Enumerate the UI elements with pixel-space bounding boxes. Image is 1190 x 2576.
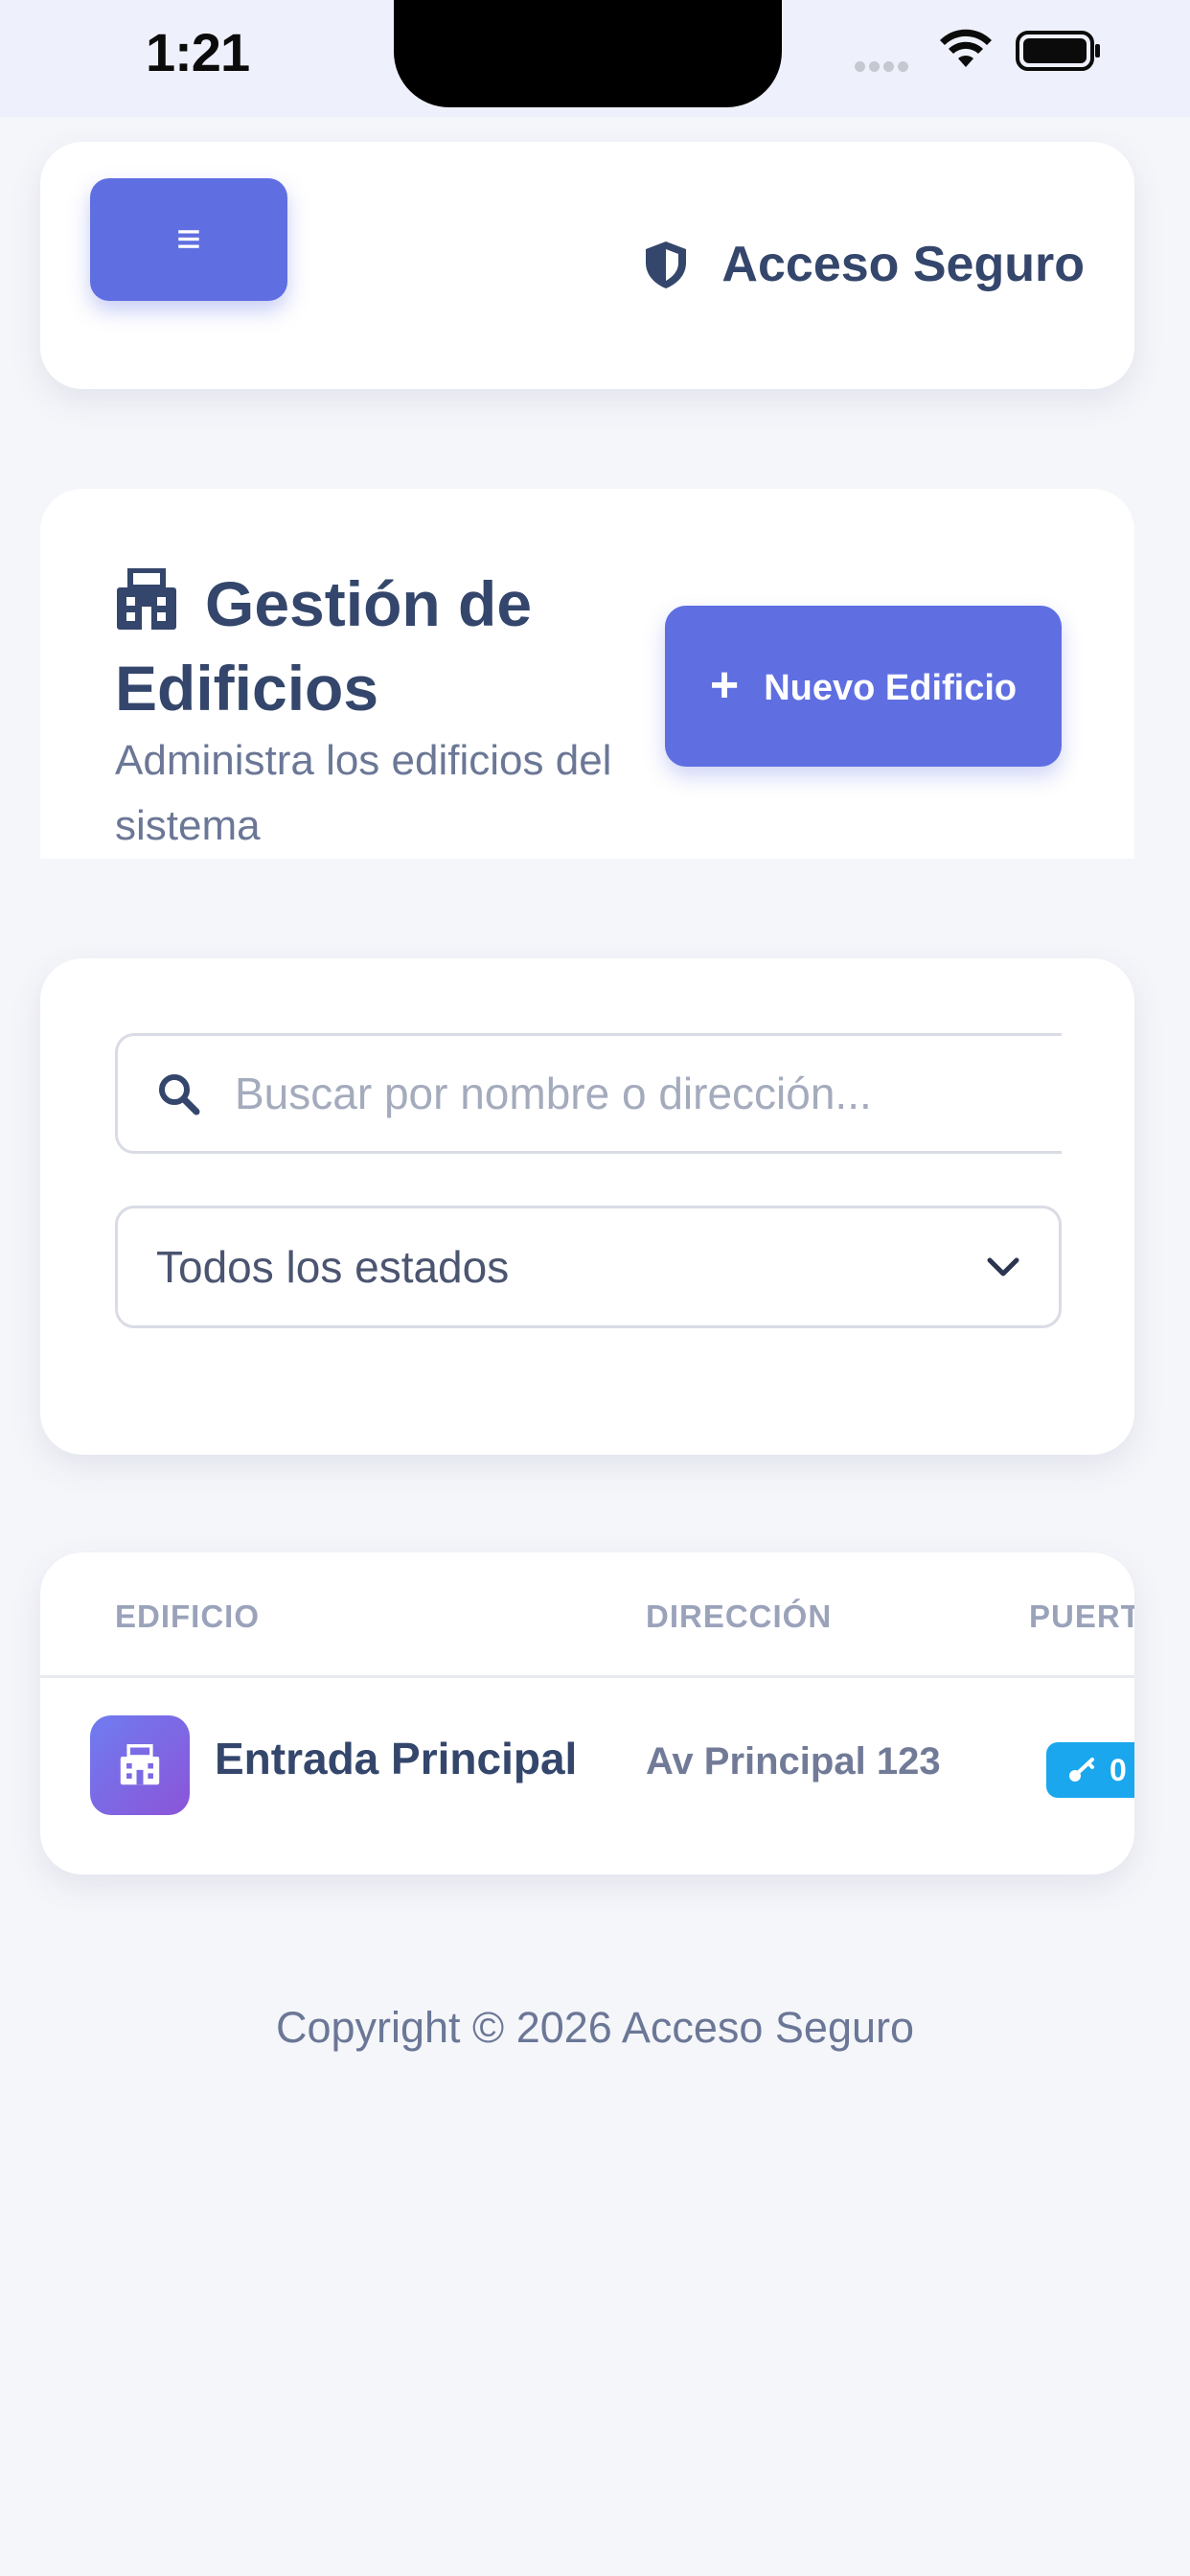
page-title: Gestión de Edificios	[115, 562, 652, 730]
shield-icon	[646, 242, 687, 288]
battery-icon	[1016, 31, 1100, 71]
building-icon	[120, 1744, 160, 1785]
building-avatar	[90, 1715, 190, 1815]
column-header-address[interactable]: DIRECCIÓN	[646, 1598, 832, 1635]
dynamic-island	[394, 0, 782, 107]
chevron-down-icon	[987, 1257, 1019, 1276]
copyright-text: Copyright © 2026 Acceso Seguro	[275, 2003, 915, 2052]
status-time: 1:21	[146, 22, 250, 82]
table-divider	[40, 1675, 1134, 1678]
brand: Acceso Seguro	[639, 236, 1085, 293]
key-icon	[1069, 1758, 1094, 1782]
search-icon	[159, 1074, 200, 1116]
page-header-card: Gestión de Edificios Administra los edif…	[40, 489, 1134, 859]
plus-icon: +	[709, 656, 740, 713]
filters-card: Todos los estados	[40, 958, 1134, 1455]
doors-count-badge: 0	[1046, 1742, 1134, 1798]
hamburger-icon: ≡	[176, 216, 201, 263]
brand-name: Acceso Seguro	[721, 237, 1085, 292]
page-subtitle: Administra los edificios del sistema	[115, 737, 612, 849]
new-building-button[interactable]: + Nuevo Edificio	[665, 606, 1062, 767]
search-input[interactable]	[233, 1067, 1022, 1120]
building-icon	[117, 568, 176, 630]
column-header-building[interactable]: EDIFICIO	[115, 1598, 260, 1635]
app-header: ≡ Acceso Seguro	[40, 142, 1134, 389]
building-name: Entrada Principal	[215, 1734, 578, 1783]
doors-count: 0	[1110, 1752, 1127, 1787]
status-filter-select[interactable]: Todos los estados	[115, 1206, 1062, 1328]
building-address: Av Principal 123	[646, 1740, 941, 1782]
signal-icon	[855, 59, 912, 77]
wifi-icon	[940, 29, 992, 67]
status-bar: 1:21	[0, 0, 1190, 117]
menu-button[interactable]: ≡	[90, 178, 287, 301]
status-filter-value: Todos los estados	[156, 1242, 510, 1292]
new-building-label: Nuevo Edificio	[764, 667, 1018, 708]
buildings-table: EDIFICIO DIRECCIÓN PUERTAS Entrada Princ…	[40, 1552, 1134, 1874]
search-box[interactable]	[115, 1033, 1062, 1154]
column-header-doors[interactable]: PUERTAS	[1029, 1598, 1134, 1635]
